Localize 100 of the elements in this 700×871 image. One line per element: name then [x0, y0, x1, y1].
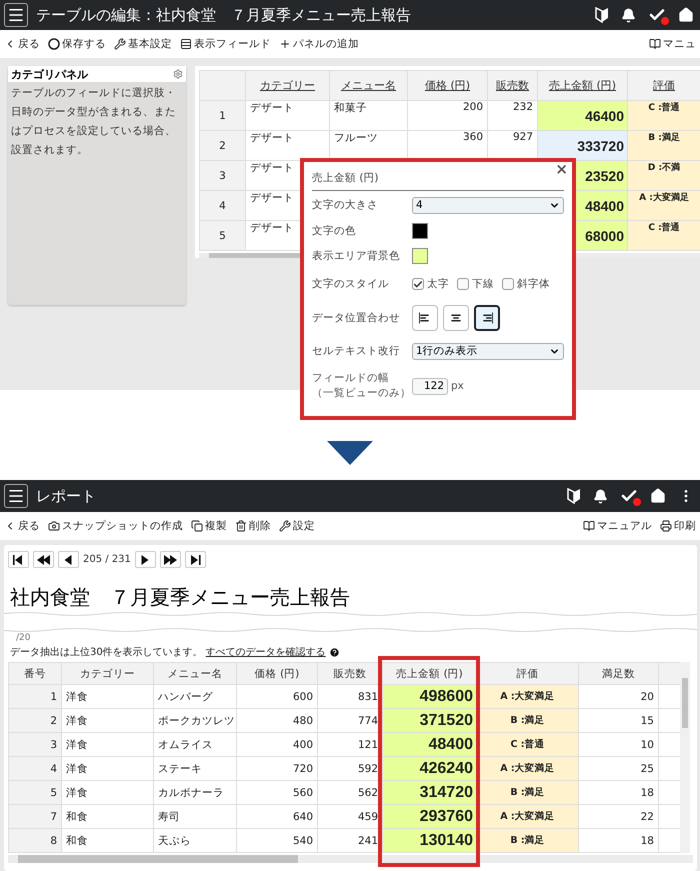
column-header[interactable]: カテゴリー	[62, 662, 154, 684]
table-cell: 22	[578, 804, 658, 828]
settings-icon[interactable]	[173, 69, 183, 79]
wrench-icon	[114, 38, 126, 50]
home-icon[interactable]	[650, 488, 666, 504]
report-title: 社内食堂 ７月夏季メニュー売上報告	[10, 584, 351, 611]
table-cell: ポークカツレツ	[154, 708, 236, 732]
table-cell: 232	[488, 100, 538, 130]
manual-link[interactable]: マニュ	[649, 37, 696, 51]
row-number: 5	[200, 220, 246, 250]
wrench-icon	[279, 520, 291, 532]
menu-button[interactable]	[4, 3, 28, 27]
row-number: 5	[8, 780, 62, 804]
next2-icon	[162, 552, 178, 566]
pager-button[interactable]	[33, 551, 54, 568]
column-header[interactable]: メニュー名	[330, 70, 408, 100]
row-number: 4	[200, 190, 246, 220]
style-checkbox[interactable]: 斜字体	[502, 277, 550, 291]
column-header[interactable]: 販売数	[318, 662, 382, 684]
help-icon[interactable]	[328, 646, 340, 658]
table-cell: 和食	[62, 828, 154, 852]
table-cell: 洋食	[62, 756, 154, 780]
copy-button[interactable]: 複製	[191, 519, 227, 533]
table-cell: 720	[236, 756, 318, 780]
all-data-link[interactable]: すべてのデータを確認する	[206, 645, 326, 659]
column-header[interactable]: 価格 (円)	[408, 70, 488, 100]
pager-button[interactable]	[8, 551, 29, 568]
rating-cell: C :普通	[628, 100, 700, 130]
bell-icon[interactable]	[621, 8, 636, 22]
settings-button[interactable]: 設定	[279, 519, 315, 533]
menu-icon	[7, 487, 25, 505]
table-cell: 洋食	[62, 684, 154, 708]
prev2-icon	[36, 552, 51, 566]
align-button[interactable]	[443, 305, 469, 331]
back-link[interactable]: 戻る	[4, 37, 40, 51]
sales-cell[interactable]: 46400	[538, 100, 628, 130]
row-number: 7	[8, 804, 62, 828]
sales-cell[interactable]: 333720	[538, 130, 628, 160]
column-header[interactable]: 売上金額 (円)	[382, 662, 476, 684]
color-swatch[interactable]	[412, 223, 428, 239]
row-number: 4	[8, 756, 62, 780]
menu-button[interactable]	[4, 484, 28, 508]
width-input[interactable]: 122	[412, 378, 448, 394]
pager-button[interactable]	[184, 551, 206, 568]
column-header[interactable]: メニュー名	[154, 662, 236, 684]
save-button[interactable]: 保存する	[48, 37, 106, 51]
leaf-mark-icon[interactable]	[595, 7, 609, 23]
print-button[interactable]: 印刷	[660, 519, 696, 533]
header-title: レポート	[36, 486, 97, 506]
pager-button[interactable]	[134, 551, 156, 568]
settings-button[interactable]: 基本設定	[114, 37, 172, 51]
align-button[interactable]	[474, 305, 500, 331]
column-header[interactable]: 価格 (円)	[236, 662, 318, 684]
size-select[interactable]: 4	[412, 196, 564, 214]
table-cell: 和菓子	[330, 100, 408, 130]
table-cell: 洋食	[62, 732, 154, 756]
field-note: （一覧ビューのみ）	[312, 386, 412, 401]
pager-button[interactable]	[58, 551, 79, 568]
align-button[interactable]	[412, 305, 438, 331]
color-swatch[interactable]	[412, 248, 428, 264]
rows-icon	[180, 38, 192, 50]
header-title: テーブルの編集：社内食堂 ７月夏季メニュー売上報告	[36, 6, 412, 24]
table-cell: 200	[408, 100, 488, 130]
panel-description: テーブルのフィールドに選択肢・日時のデータ型が含まれる、またはプロセスを設定している場合、設置されます。	[10, 86, 177, 158]
pager-button[interactable]	[160, 551, 181, 568]
delete-button[interactable]: 削除	[235, 519, 271, 533]
panel-title: カテゴリパネル	[11, 66, 88, 82]
style-checkbox[interactable]: 太字	[412, 277, 449, 291]
manual-link[interactable]: マニュアル	[583, 519, 652, 533]
sales-cell: 293760	[382, 804, 476, 828]
bell-icon[interactable]	[593, 488, 608, 504]
column-header[interactable]: 満足数	[578, 662, 658, 684]
table-cell: 480	[236, 708, 318, 732]
sales-cell: 130140	[382, 828, 476, 852]
back-link[interactable]: 戻る	[4, 519, 40, 533]
column-header[interactable]: 売上金額 (円)	[538, 70, 628, 100]
table-cell: 18	[578, 828, 658, 852]
table-cell: デザート	[246, 100, 330, 130]
column-header[interactable]: 評価	[628, 70, 700, 100]
sales-cell: 48400	[382, 732, 476, 756]
column-header[interactable]: カテゴリー	[246, 70, 330, 100]
leaf-mark-icon[interactable]	[567, 488, 581, 504]
fields-button[interactable]: 表示フィールド	[180, 37, 271, 51]
row-number: 3	[8, 732, 62, 756]
check-icon[interactable]	[648, 6, 666, 24]
home-icon[interactable]	[678, 7, 694, 23]
rating-cell: C :普通	[628, 220, 700, 250]
wrap-select[interactable]: 1行のみ表示	[412, 342, 564, 360]
table-cell: オムライス	[154, 732, 236, 756]
check-icon[interactable]	[620, 487, 638, 505]
table-cell: 18	[578, 780, 658, 804]
rating-cell: B :満足	[628, 130, 700, 160]
snapshot-button[interactable]: スナップショットの作成	[48, 519, 183, 533]
table-cell: 天ぷら	[154, 828, 236, 852]
column-header[interactable]: 番号	[8, 662, 62, 684]
column-header[interactable]: 販売数	[488, 70, 538, 100]
table-cell: ハンバーグ	[154, 684, 236, 708]
style-checkbox[interactable]: 下線	[457, 277, 494, 291]
row-number: 1	[200, 100, 246, 130]
add-panel-button[interactable]: パネルの追加	[279, 37, 359, 51]
